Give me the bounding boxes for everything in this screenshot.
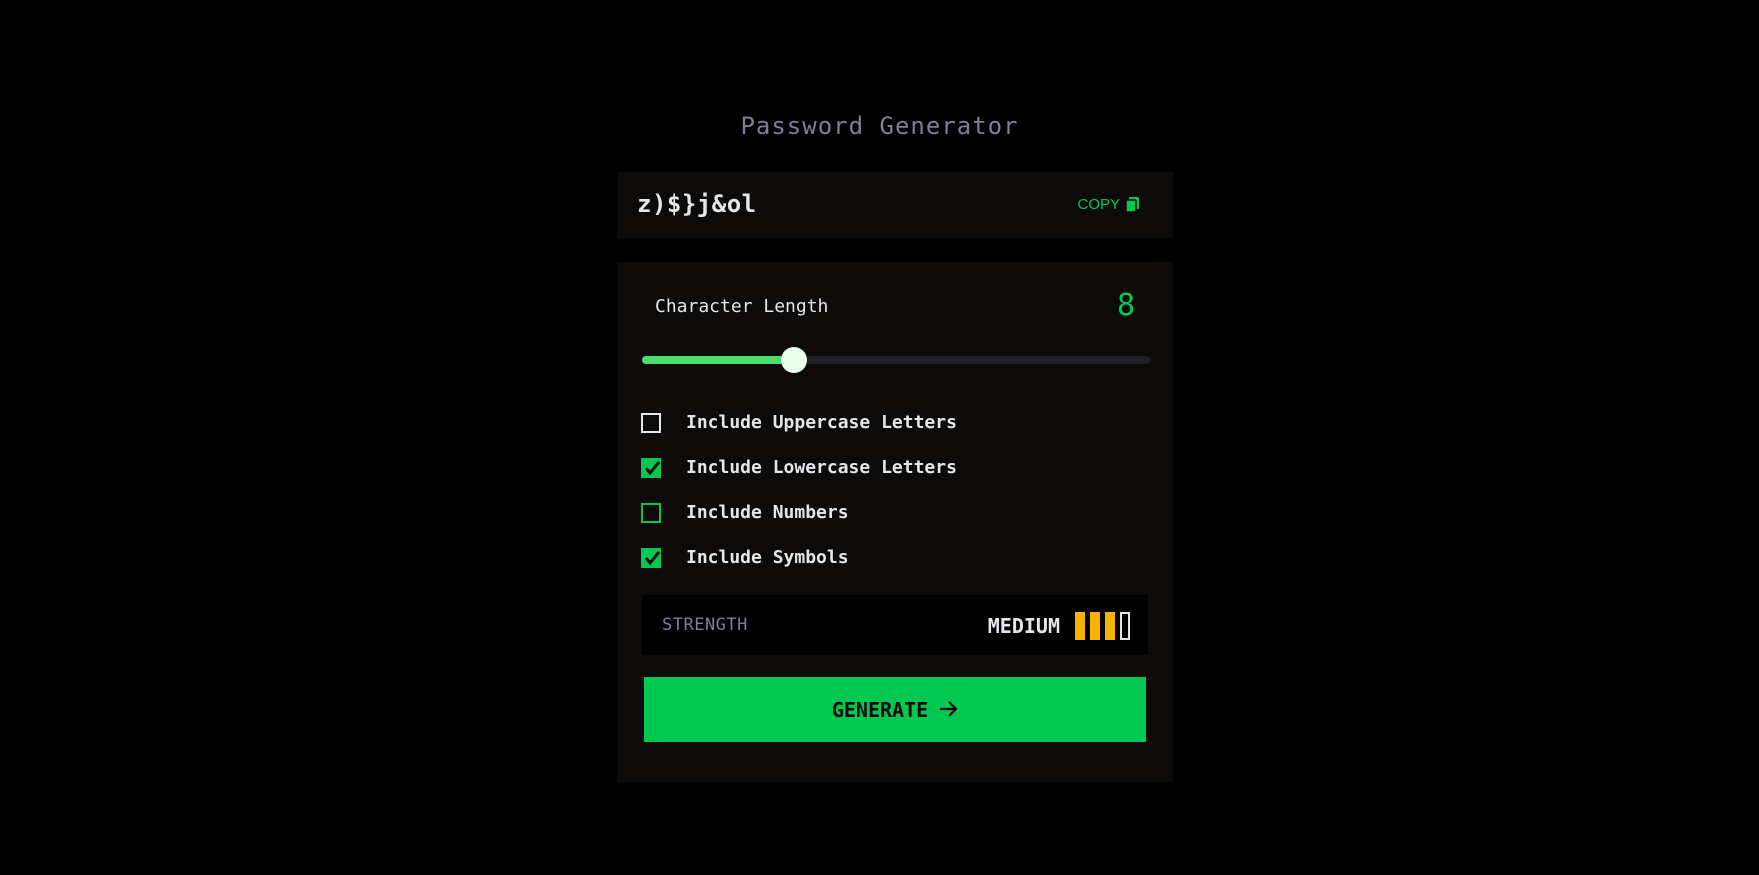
copy-button[interactable]: COPY [1077, 196, 1139, 213]
strength-meter: STRENGTH MEDIUM [642, 595, 1148, 655]
slider-track [642, 356, 1150, 364]
symbols-checkbox[interactable] [641, 547, 661, 568]
strength-bar [1075, 612, 1085, 640]
uppercase-checkbox[interactable] [641, 412, 661, 433]
settings-panel: Character Length 8 Include Uppercase Let… [617, 262, 1173, 782]
strength-bar [1105, 612, 1115, 640]
checkmark-icon [644, 460, 660, 475]
page-title: Password Generator [740, 112, 1019, 140]
slider-thumb[interactable] [781, 347, 808, 373]
option-numbers[interactable]: Include Numbers [641, 490, 957, 535]
option-label: Include Uppercase Letters [686, 412, 957, 433]
options-list: Include Uppercase Letters Include Lowerc… [641, 400, 957, 580]
length-label: Character Length [655, 296, 829, 317]
option-label: Include Lowercase Letters [686, 457, 957, 478]
option-label: Include Symbols [686, 547, 849, 568]
copy-icon [1126, 197, 1139, 212]
option-uppercase[interactable]: Include Uppercase Letters [641, 400, 957, 445]
lowercase-checkbox[interactable] [641, 457, 661, 478]
length-value: 8 [1116, 288, 1135, 323]
generate-button[interactable]: GENERATE [644, 677, 1146, 742]
strength-label: STRENGTH [662, 615, 748, 635]
numbers-checkbox[interactable] [641, 502, 661, 523]
password-display: z)$}j&ol COPY [617, 172, 1173, 238]
option-lowercase[interactable]: Include Lowercase Letters [641, 445, 957, 490]
strength-bar [1090, 612, 1100, 640]
password-text: z)$}j&ol [637, 190, 757, 218]
strength-level: MEDIUM [987, 614, 1060, 638]
arrow-right-icon [940, 698, 958, 722]
length-slider[interactable] [642, 346, 1150, 374]
strength-bar [1120, 612, 1130, 640]
slider-fill [642, 356, 795, 364]
copy-label: COPY [1077, 196, 1120, 213]
option-symbols[interactable]: Include Symbols [641, 535, 957, 580]
option-label: Include Numbers [686, 502, 849, 523]
generate-label: GENERATE [831, 697, 929, 722]
strength-indicator: MEDIUM [988, 612, 1130, 640]
checkmark-icon [644, 550, 660, 565]
